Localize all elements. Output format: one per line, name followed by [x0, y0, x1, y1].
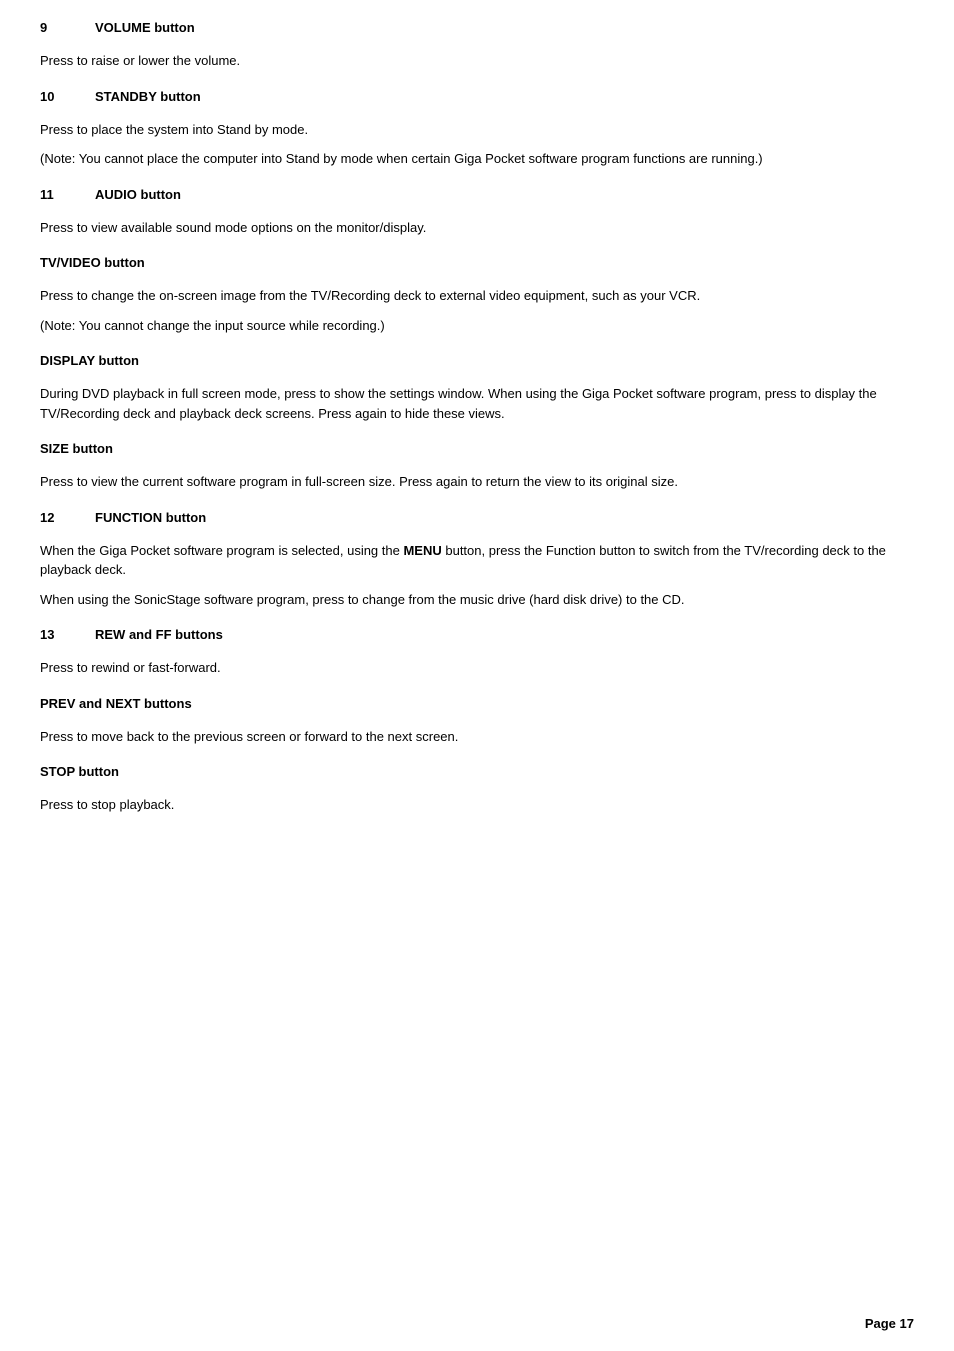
volume-para-1: Press to raise or lower the volume. — [40, 51, 914, 71]
section-body-function: When the Giga Pocket software program is… — [40, 541, 914, 610]
page-footer: Page 17 — [865, 1316, 914, 1331]
section-standby: 10STANDBY button Press to place the syst… — [40, 89, 914, 169]
section-heading-audio: 11AUDIO button — [40, 187, 914, 202]
section-heading-volume: 9VOLUME button — [40, 20, 914, 35]
section-heading-function: 12FUNCTION button — [40, 510, 914, 525]
menu-bold: MENU — [403, 543, 441, 558]
section-heading-prevnext: PREV and NEXT buttons — [40, 696, 914, 711]
section-number-rewff: 13 — [40, 627, 95, 642]
section-heading-size: SIZE button — [40, 441, 914, 456]
section-stop: STOP button Press to stop playback. — [40, 764, 914, 815]
section-title-volume: VOLUME button — [95, 20, 195, 35]
section-body-size: Press to view the current software progr… — [40, 472, 914, 492]
function-para-1: When the Giga Pocket software program is… — [40, 541, 914, 580]
rewff-para-1: Press to rewind or fast-forward. — [40, 658, 914, 678]
standby-para-1: Press to place the system into Stand by … — [40, 120, 914, 140]
function-para-2: When using the SonicStage software progr… — [40, 590, 914, 610]
section-function: 12FUNCTION button When the Giga Pocket s… — [40, 510, 914, 610]
section-body-audio: Press to view available sound mode optio… — [40, 218, 914, 238]
section-number-function: 12 — [40, 510, 95, 525]
page-container: 9VOLUME button Press to raise or lower t… — [0, 0, 954, 893]
section-heading-standby: 10STANDBY button — [40, 89, 914, 104]
standby-para-2: (Note: You cannot place the computer int… — [40, 149, 914, 169]
section-body-prevnext: Press to move back to the previous scree… — [40, 727, 914, 747]
section-number-volume: 9 — [40, 20, 95, 35]
section-number-standby: 10 — [40, 89, 95, 104]
section-tvvideo: TV/VIDEO button Press to change the on-s… — [40, 255, 914, 335]
section-heading-stop: STOP button — [40, 764, 914, 779]
audio-para-1: Press to view available sound mode optio… — [40, 218, 914, 238]
section-body-standby: Press to place the system into Stand by … — [40, 120, 914, 169]
section-heading-tvvideo: TV/VIDEO button — [40, 255, 914, 270]
section-body-rewff: Press to rewind or fast-forward. — [40, 658, 914, 678]
section-volume: 9VOLUME button Press to raise or lower t… — [40, 20, 914, 71]
section-body-display: During DVD playback in full screen mode,… — [40, 384, 914, 423]
section-body-volume: Press to raise or lower the volume. — [40, 51, 914, 71]
section-size: SIZE button Press to view the current so… — [40, 441, 914, 492]
display-para-1: During DVD playback in full screen mode,… — [40, 384, 914, 423]
section-prevnext: PREV and NEXT buttons Press to move back… — [40, 696, 914, 747]
section-title-rewff: REW and FF buttons — [95, 627, 223, 642]
section-title-standby: STANDBY button — [95, 89, 201, 104]
section-audio: 11AUDIO button Press to view available s… — [40, 187, 914, 238]
prevnext-para-1: Press to move back to the previous scree… — [40, 727, 914, 747]
section-body-stop: Press to stop playback. — [40, 795, 914, 815]
stop-para-1: Press to stop playback. — [40, 795, 914, 815]
tvvideo-para-1: Press to change the on-screen image from… — [40, 286, 914, 306]
section-body-tvvideo: Press to change the on-screen image from… — [40, 286, 914, 335]
section-rewff: 13REW and FF buttons Press to rewind or … — [40, 627, 914, 678]
page-number: Page 17 — [865, 1316, 914, 1331]
tvvideo-para-2: (Note: You cannot change the input sourc… — [40, 316, 914, 336]
section-number-audio: 11 — [40, 187, 95, 202]
size-para-1: Press to view the current software progr… — [40, 472, 914, 492]
section-heading-rewff: 13REW and FF buttons — [40, 627, 914, 642]
section-heading-display: DISPLAY button — [40, 353, 914, 368]
section-display: DISPLAY button During DVD playback in fu… — [40, 353, 914, 423]
section-title-function: FUNCTION button — [95, 510, 206, 525]
section-title-audio: AUDIO button — [95, 187, 181, 202]
